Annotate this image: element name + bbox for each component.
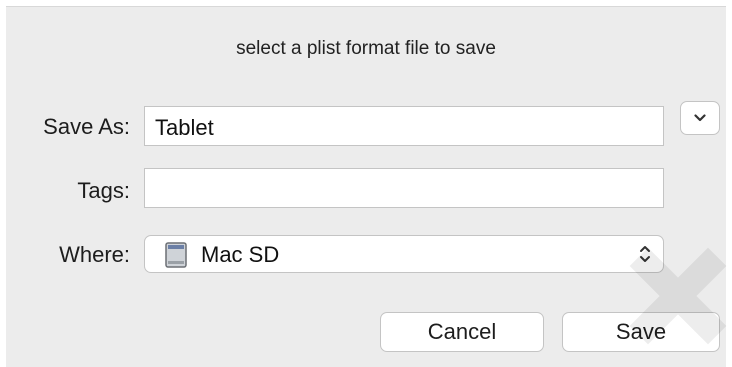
watermark-cross-icon	[629, 247, 727, 345]
drive-icon	[165, 242, 187, 268]
save-as-field[interactable]: Tablet	[144, 106, 664, 146]
chevron-down-icon	[694, 114, 706, 122]
expand-dialog-button[interactable]	[680, 101, 720, 135]
cancel-button[interactable]: Cancel	[380, 312, 544, 352]
save-as-label: Save As:	[43, 114, 130, 139]
dialog-title: select a plist format file to save	[236, 38, 496, 59]
where-popup[interactable]: Mac SD	[144, 235, 664, 273]
where-label: Where:	[59, 242, 130, 267]
tags-label: Tags:	[77, 178, 130, 203]
tags-field[interactable]	[144, 168, 664, 208]
where-value: Mac SD	[201, 242, 280, 267]
